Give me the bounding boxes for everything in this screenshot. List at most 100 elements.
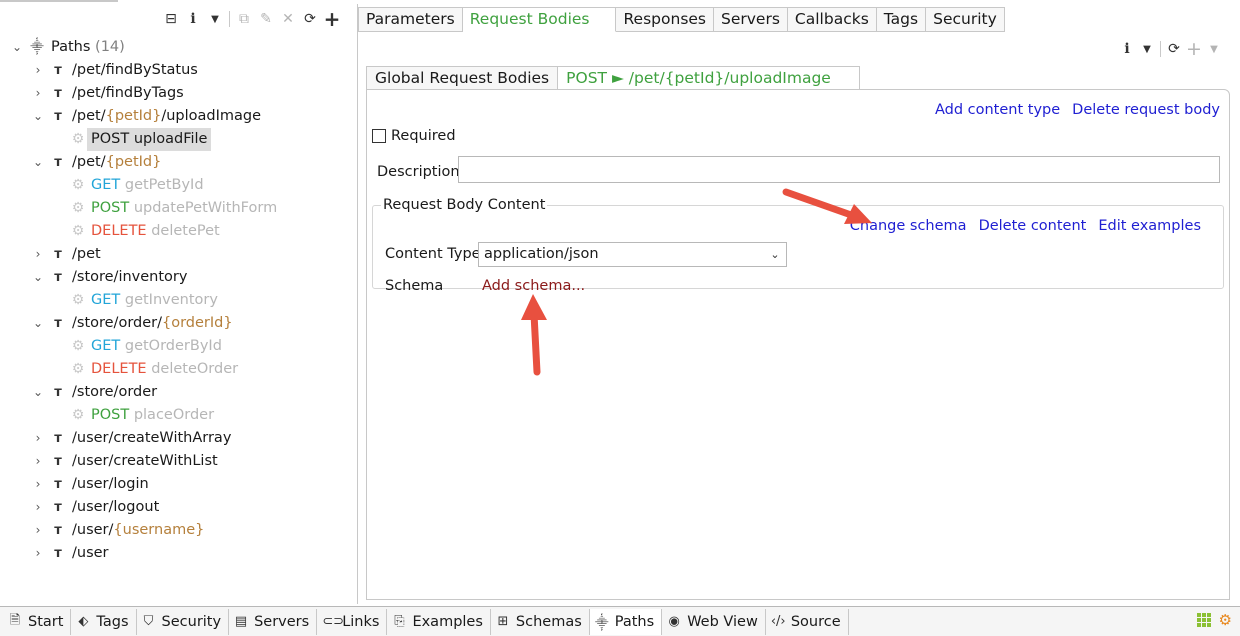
chevron-down-icon[interactable]: ⌄ bbox=[764, 243, 786, 266]
chevron-right-icon[interactable]: › bbox=[31, 59, 45, 82]
chevron-right-icon[interactable]: › bbox=[31, 82, 45, 105]
tree-path-item[interactable]: › ᴛ/user/createWithArray bbox=[0, 427, 356, 450]
tree-operation-item[interactable]: ⚙ GET getOrderById bbox=[0, 335, 356, 358]
tab-servers[interactable]: Servers bbox=[714, 7, 788, 32]
tree-path-item[interactable]: › ᴛ/pet/findByTags bbox=[0, 82, 356, 105]
tree-operation-item[interactable]: ⚙ POST placeOrder bbox=[0, 404, 356, 427]
tab-servers[interactable]: ▤ Servers bbox=[229, 608, 318, 635]
toolbar-separator bbox=[1160, 41, 1161, 57]
annotation-arrow-icon bbox=[782, 188, 872, 224]
tab-source[interactable]: ‹/› Source bbox=[766, 608, 849, 635]
chevron-down-icon[interactable]: ⌄ bbox=[31, 312, 45, 335]
path-parameter: {petId} bbox=[105, 154, 162, 170]
description-field[interactable] bbox=[458, 156, 1220, 183]
chevron-right-icon[interactable]: › bbox=[31, 450, 45, 473]
tree-path-item[interactable]: › ᴛ/user bbox=[0, 542, 356, 565]
tab-tags[interactable]: ⬖ Tags bbox=[71, 608, 137, 635]
tree-path-item[interactable]: › ᴛ/user/createWithList bbox=[0, 450, 356, 473]
chevron-right-icon[interactable]: › bbox=[31, 542, 45, 565]
tree-operation-item[interactable]: ⚙ GET getInventory bbox=[0, 289, 356, 312]
tab-paths[interactable]: ⸎ Paths bbox=[589, 608, 663, 635]
delete-request-body-link[interactable]: Delete request body bbox=[1072, 102, 1220, 118]
tab-callbacks[interactable]: Callbacks bbox=[787, 7, 877, 32]
path-segment: /user bbox=[72, 545, 109, 561]
tab-examples[interactable]: ⎘ Examples bbox=[387, 608, 491, 635]
tree-operation-label: DELETE deleteOrder bbox=[91, 358, 238, 381]
paths-icon: ⸎ bbox=[30, 40, 44, 55]
dropdown-icon[interactable]: ▼ bbox=[1137, 38, 1157, 60]
chevron-down-icon[interactable]: ⌄ bbox=[10, 36, 24, 59]
info-icon[interactable]: i bbox=[1117, 38, 1137, 60]
tree-operation-item[interactable]: ⚙ DELETE deleteOrder bbox=[0, 358, 356, 381]
tree-root[interactable]: ⌄ ⸎ Paths (14) bbox=[0, 36, 356, 59]
globe-icon: ◉ bbox=[668, 614, 680, 629]
edit-icon[interactable]: ✎ bbox=[255, 8, 277, 30]
tab-responses[interactable]: Responses bbox=[616, 7, 715, 32]
tree-operation-item[interactable]: ⚙ DELETE deletePet bbox=[0, 220, 356, 243]
chevron-right-icon[interactable]: › bbox=[31, 473, 45, 496]
collapse-icon[interactable]: ⊟ bbox=[160, 8, 182, 30]
chevron-down-icon[interactable]: ⌄ bbox=[31, 381, 45, 404]
tab-label: Examples bbox=[412, 613, 483, 630]
info-icon[interactable]: i bbox=[182, 8, 204, 30]
tab-parameters[interactable]: Parameters bbox=[358, 7, 463, 32]
tree-operation-item[interactable]: ⚙ POST uploadFile bbox=[0, 128, 356, 151]
chevron-right-icon[interactable]: › bbox=[31, 519, 45, 542]
tree-path-item[interactable]: ⌄ ᴛ/store/inventory bbox=[0, 266, 356, 289]
chevron-down-icon[interactable]: ⌄ bbox=[31, 105, 45, 128]
tab-tags[interactable]: Tags bbox=[876, 7, 927, 32]
copy-icon[interactable]: ⧉ bbox=[233, 8, 255, 30]
tree-path-item[interactable]: ⌄ ᴛ/pet/{petId} bbox=[0, 151, 356, 174]
add-content-type-link[interactable]: Add content type bbox=[935, 102, 1060, 118]
tree-operation-item[interactable]: ⚙ POST updatePetWithForm bbox=[0, 197, 356, 220]
dropdown-icon[interactable]: ▼ bbox=[204, 8, 226, 30]
tree-path-item[interactable]: › ᴛ/user/{username} bbox=[0, 519, 356, 542]
tab-web-view[interactable]: ◉ Web View bbox=[662, 608, 766, 635]
add-icon[interactable]: + bbox=[1184, 38, 1204, 60]
tree-path-item[interactable]: ⌄ ᴛ/pet/{petId}/uploadImage bbox=[0, 105, 356, 128]
path-icon: ᴛ bbox=[54, 155, 62, 170]
tree-operation-label: DELETE deletePet bbox=[91, 220, 220, 243]
tree-path-item[interactable]: ⌄ ᴛ/store/order bbox=[0, 381, 356, 404]
tree-path-label: /user/{username} bbox=[72, 519, 204, 542]
tree-path-label: /pet/findByTags bbox=[72, 82, 184, 105]
tree-path-item[interactable]: › ᴛ/pet/findByStatus bbox=[0, 59, 356, 82]
tree-path-item[interactable]: › ᴛ/user/logout bbox=[0, 496, 356, 519]
add-icon[interactable]: + bbox=[321, 7, 343, 31]
tree-path-label: /pet/{petId} bbox=[72, 151, 161, 174]
chevron-down-icon[interactable]: ⌄ bbox=[31, 266, 45, 289]
editor-toolbar: i ▼ ⟳ + ▼ bbox=[1117, 38, 1224, 60]
tab-start[interactable]: 🗎 Start bbox=[3, 608, 72, 635]
tree-operation-label: GET getInventory bbox=[91, 289, 218, 312]
required-checkbox[interactable] bbox=[372, 129, 386, 143]
delete-content-link[interactable]: Delete content bbox=[979, 218, 1087, 234]
tab-links[interactable]: ⊂⊃ Links bbox=[317, 608, 388, 635]
operation-name: placeOrder bbox=[133, 407, 215, 423]
tab-schemas[interactable]: ⊞ Schemas bbox=[491, 608, 590, 635]
settings-gears-icon[interactable]: ⚙ bbox=[1219, 611, 1232, 629]
request-body-panel: Add content type Delete request body Req… bbox=[366, 89, 1230, 600]
tab-global-request-bodies[interactable]: Global Request Bodies bbox=[366, 66, 559, 90]
tree-path-label: /pet/findByStatus bbox=[72, 59, 198, 82]
tab-security[interactable]: ⛉ Security bbox=[137, 608, 230, 635]
dropdown-icon[interactable]: ▼ bbox=[1204, 38, 1224, 60]
tree-path-item[interactable]: › ᴛ/pet bbox=[0, 243, 356, 266]
operation-name: deletePet bbox=[151, 223, 220, 239]
refresh-icon[interactable]: ⟳ bbox=[1164, 38, 1184, 60]
refresh-icon[interactable]: ⟳ bbox=[299, 8, 321, 30]
tree-operation-item[interactable]: ⚙ GET getPetById bbox=[0, 174, 356, 197]
apps-grid-icon[interactable] bbox=[1196, 613, 1211, 627]
tab-label: Servers bbox=[254, 613, 310, 630]
tree-path-item[interactable]: › ᴛ/user/login bbox=[0, 473, 356, 496]
tab-security[interactable]: Security bbox=[926, 7, 1005, 32]
chevron-right-icon[interactable]: › bbox=[31, 427, 45, 450]
edit-examples-link[interactable]: Edit examples bbox=[1098, 218, 1201, 234]
chevron-right-icon[interactable]: › bbox=[31, 243, 45, 266]
delete-icon[interactable]: ✕ bbox=[277, 8, 299, 30]
tab-operation-request-body[interactable]: POST ► /pet/{petId}/uploadImage bbox=[558, 66, 860, 90]
tab-request-bodies[interactable]: Request Bodies bbox=[462, 7, 617, 32]
tree-path-item[interactable]: ⌄ ᴛ/store/order/{orderId} bbox=[0, 312, 356, 335]
content-type-select[interactable]: application/json ⌄ bbox=[478, 242, 787, 267]
chevron-down-icon[interactable]: ⌄ bbox=[31, 151, 45, 174]
chevron-right-icon[interactable]: › bbox=[31, 496, 45, 519]
